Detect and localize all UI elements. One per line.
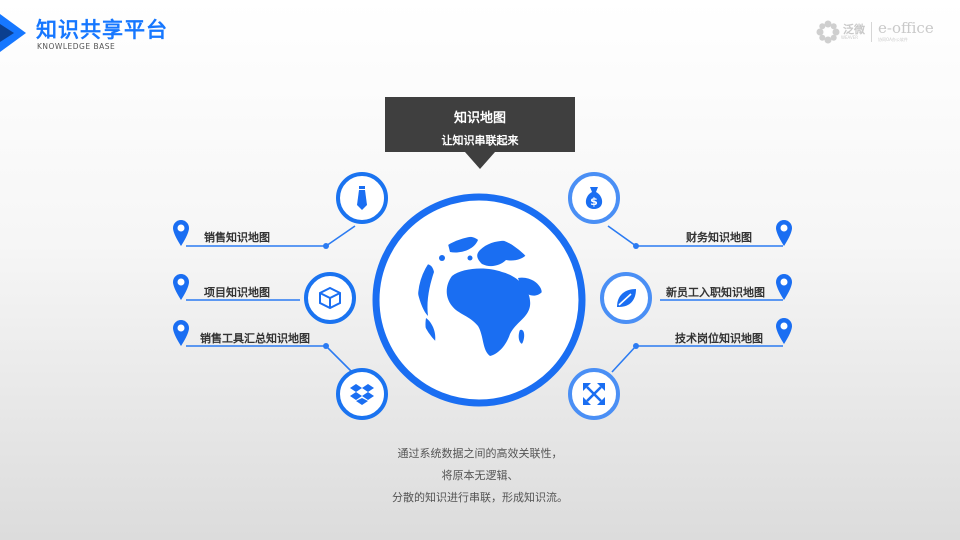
description-line-3: 分散的知识进行串联，形成知识流。 [392,491,568,504]
location-pin-icon [173,220,189,246]
finance-map-label[interactable]: 财务知识地图 [686,229,752,245]
expand-arrows-icon [583,383,605,405]
cube-icon [319,286,341,310]
project-map-node[interactable] [304,272,356,324]
location-pin-icon [776,274,792,300]
leaf-icon [617,289,636,307]
description-line-1: 通过系统数据之间的高效关联性， [397,447,563,460]
svg-text:$: $ [590,195,598,208]
callout-pointer [465,152,495,169]
callout-subtitle: 让知识串联起来 [441,134,519,147]
onboarding-map-node[interactable] [600,272,652,324]
location-pin-icon [776,318,792,344]
map-callout: 知识地图 让知识串联起来 [385,97,575,152]
sales-map-label[interactable]: 销售知识地图 [204,229,270,245]
dropbox-icon [350,384,374,405]
tech-role-map-label[interactable]: 技术岗位知识地图 [675,330,763,346]
callout-title: 知识地图 [453,111,506,126]
onboarding-map-label[interactable]: 新员工入职知识地图 [666,284,765,300]
location-pin-icon [173,320,189,346]
tie-icon [357,186,367,210]
sales-map-node[interactable] [336,172,388,224]
money-bag-icon: $ [585,187,603,209]
project-map-label[interactable]: 项目知识地图 [204,284,270,300]
finance-map-node[interactable]: $ [568,172,620,224]
description-line-2: 将原本无逻辑、 [441,469,519,482]
sales-tools-map-node[interactable] [336,368,388,420]
location-pin-icon [776,220,792,246]
sales-tools-map-label[interactable]: 销售工具汇总知识地图 [200,330,310,346]
tech-role-map-node[interactable] [568,368,620,420]
location-pin-icon [173,274,189,300]
